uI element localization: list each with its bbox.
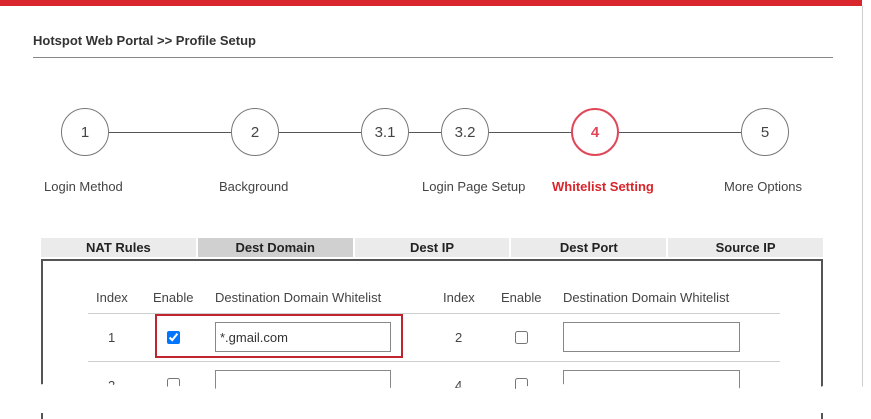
step-5-circle[interactable]: 5 xyxy=(741,108,789,156)
header-domain: Destination Domain Whitelist xyxy=(563,290,730,305)
header-enable: Enable xyxy=(501,290,542,305)
row-index: 2 xyxy=(455,330,463,345)
tab-source-ip[interactable]: Source IP xyxy=(666,238,823,257)
step-1-label: Login Method xyxy=(44,179,123,194)
highlight-box xyxy=(155,314,403,358)
enable-checkbox[interactable] xyxy=(515,331,528,344)
step-4-label: Whitelist Setting xyxy=(552,179,654,194)
tab-dest-port[interactable]: Dest Port xyxy=(509,238,667,257)
step-connector xyxy=(409,132,441,133)
breadcrumb-divider xyxy=(33,57,833,58)
torn-edge xyxy=(0,383,871,413)
tab-dest-ip[interactable]: Dest IP xyxy=(352,238,510,257)
whitelist-tabs: NAT Rules Dest Domain Dest IP Dest Port … xyxy=(41,238,823,257)
domain-input[interactable] xyxy=(563,322,740,352)
step-connector xyxy=(489,132,571,133)
step-2-circle[interactable]: 2 xyxy=(231,108,279,156)
step-connector xyxy=(619,132,741,133)
header-enable: Enable xyxy=(153,290,194,305)
step-2-label: Background xyxy=(219,179,289,194)
step-3-1-circle[interactable]: 3.1 xyxy=(361,108,409,156)
header-index: Index xyxy=(96,290,128,305)
tab-nat-rules[interactable]: NAT Rules xyxy=(41,238,196,257)
step-connector xyxy=(109,132,231,133)
step-5-label: More Options xyxy=(724,179,803,194)
header-index: Index xyxy=(443,290,475,305)
step-1-circle[interactable]: 1 xyxy=(61,108,109,156)
breadcrumb: Hotspot Web Portal >> Profile Setup xyxy=(33,33,256,48)
step-3-2-label: Login Page Setup xyxy=(422,179,526,194)
table-row-rule xyxy=(88,361,780,362)
row-index: 1 xyxy=(108,330,116,345)
header-domain: Destination Domain Whitelist xyxy=(215,290,382,305)
step-3-2-circle[interactable]: 3.2 xyxy=(441,108,489,156)
step-4-circle[interactable]: 4 xyxy=(571,108,619,156)
tab-dest-domain[interactable]: Dest Domain xyxy=(195,238,353,257)
step-connector xyxy=(279,132,361,133)
